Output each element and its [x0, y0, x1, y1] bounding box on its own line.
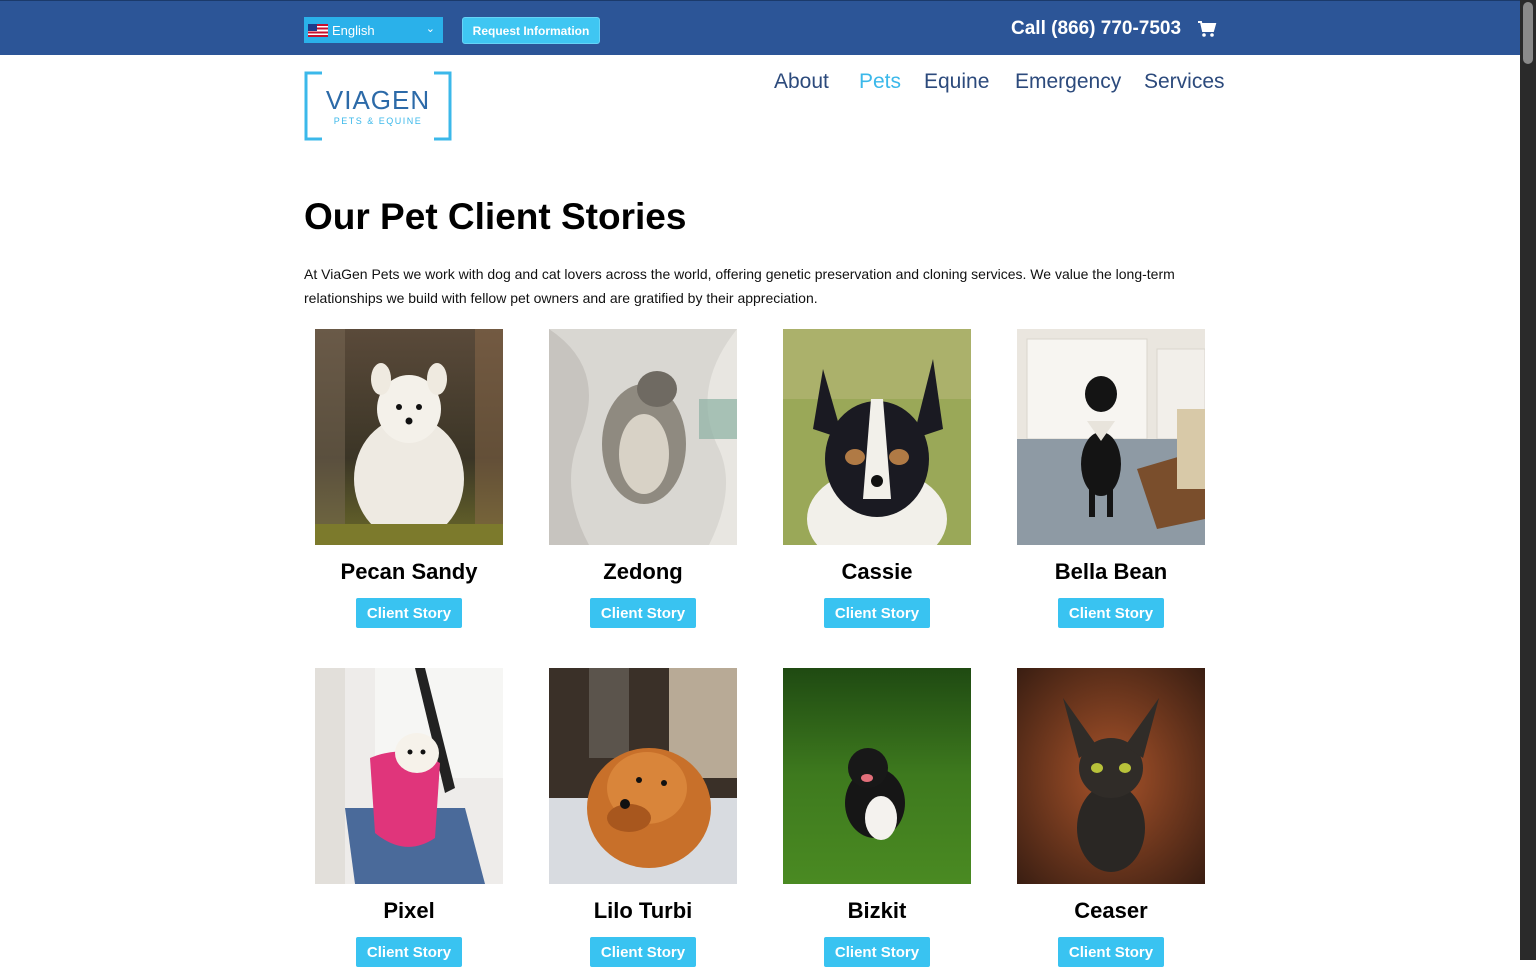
pet-photo[interactable] [1017, 329, 1206, 545]
nav-services[interactable]: Services [1144, 70, 1225, 94]
pet-name: Zedong [603, 559, 683, 584]
pet-name: Lilo Turbi [593, 898, 693, 923]
language-select[interactable]: English ⌄ [304, 17, 443, 43]
pet-name: Pixel [383, 898, 435, 923]
chevron-down-icon: ⌄ [425, 23, 435, 35]
pet-card: Lilo Turbi Client Story [549, 668, 737, 967]
nav-about[interactable]: About [774, 70, 829, 94]
pet-name: Pecan Sandy [340, 559, 478, 584]
nav-pets[interactable]: Pets [859, 70, 901, 94]
us-flag-icon [308, 23, 328, 37]
client-story-button[interactable]: Client Story [590, 937, 696, 967]
pet-name: Cassie [841, 559, 913, 584]
client-story-button[interactable]: Client Story [1058, 937, 1164, 967]
pet-photo[interactable] [315, 668, 503, 884]
pet-card: Bizkit Client Story [783, 668, 971, 967]
pet-photo[interactable] [549, 668, 737, 884]
phone-link[interactable]: Call (866) 770-7503 [1011, 18, 1181, 40]
logo-wordmark: VIAGEN [326, 85, 430, 115]
language-label: English [332, 22, 375, 38]
pet-photo[interactable] [315, 329, 503, 545]
pet-name: Bella Bean [1054, 559, 1168, 584]
scrollbar[interactable] [1520, 0, 1536, 960]
nav-emergency[interactable]: Emergency [1015, 70, 1121, 94]
pet-card: Cassie Client Story [783, 329, 971, 628]
logo-tagline: PETS & EQUINE [334, 116, 423, 126]
request-information-button[interactable]: Request Information [462, 17, 600, 44]
pet-photo[interactable] [783, 329, 971, 569]
pet-photo[interactable] [783, 668, 971, 884]
client-story-button[interactable]: Client Story [356, 937, 462, 967]
pet-card: Pecan Sandy Client Story [315, 329, 503, 628]
pet-card: Bella Bean Client Story [1017, 329, 1206, 628]
intro-line-2: relationships we build with fellow pet o… [304, 290, 818, 306]
client-story-button[interactable]: Client Story [590, 598, 696, 628]
pet-name: Bizkit [847, 898, 907, 923]
pet-name: Ceaser [1074, 898, 1148, 923]
client-story-button[interactable]: Client Story [824, 598, 930, 628]
client-story-button[interactable]: Client Story [356, 598, 462, 628]
intro-line-1: At ViaGen Pets we work with dog and cat … [304, 266, 1175, 282]
pet-card: Pixel Client Story [315, 668, 503, 967]
scrollbar-thumb[interactable] [1523, 2, 1533, 64]
client-story-button[interactable]: Client Story [1058, 598, 1164, 628]
pet-photo[interactable] [1017, 668, 1205, 884]
top-bar: English ⌄ Request Information Call (866)… [0, 0, 1520, 55]
viagen-logo[interactable]: VIAGEN PETS & EQUINE [304, 71, 452, 141]
intro-text: At ViaGen Pets we work with dog and cat … [304, 262, 1204, 310]
client-story-button[interactable]: Client Story [824, 937, 930, 967]
cart-icon[interactable] [1197, 20, 1217, 38]
pet-photo[interactable] [549, 329, 737, 545]
pet-card: Zedong Client Story [549, 329, 737, 628]
page-title: Our Pet Client Stories [304, 196, 687, 237]
nav-equine[interactable]: Equine [924, 70, 989, 94]
pet-card: Ceaser Client Story [1017, 668, 1205, 967]
